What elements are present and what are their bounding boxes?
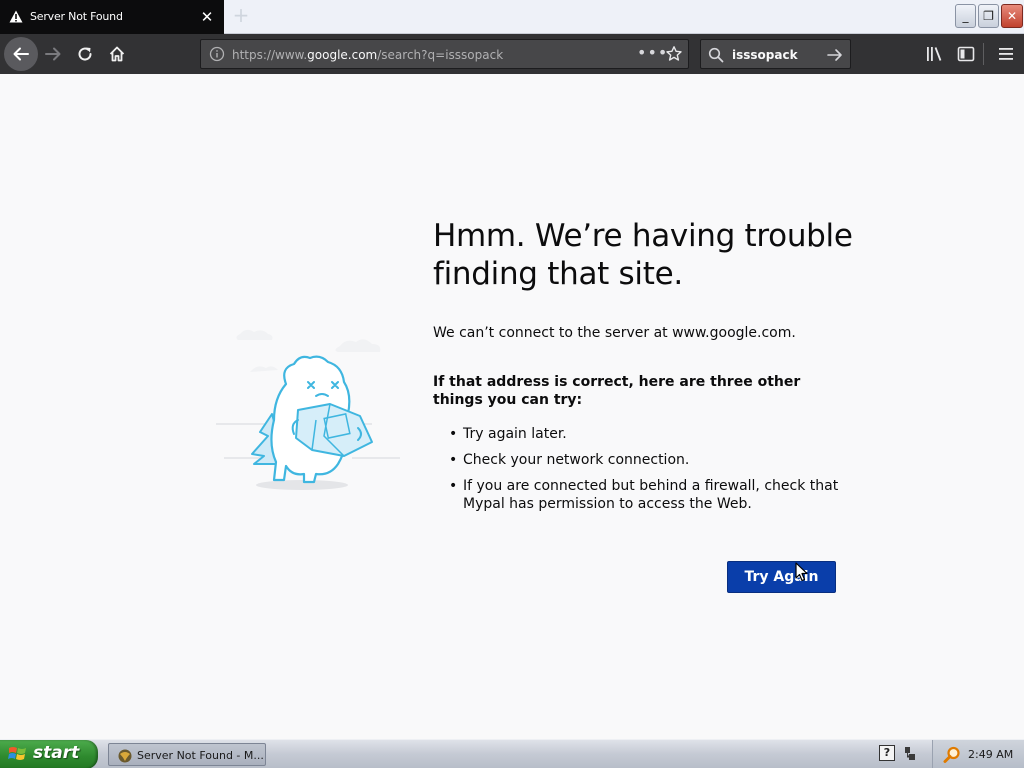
reload-icon [78,47,92,61]
url-domain: google.com [307,48,378,62]
back-button[interactable] [4,37,38,71]
search-bar[interactable]: isssopack [700,39,851,69]
tab-close-icon[interactable]: ✕ [198,8,216,26]
error-page: Hmm. We’re having trouble finding that s… [0,74,1024,739]
toolbar-separator [983,43,984,65]
maximize-button[interactable]: ❐ [978,4,999,28]
reload-button[interactable] [70,39,100,69]
browser-app-icon [118,749,132,763]
taskbar-item-label: Server Not Found - M... [137,749,264,762]
go-arrow-icon[interactable] [826,47,844,63]
info-icon[interactable] [209,46,225,62]
url-prefix: https://www. [232,48,308,62]
forward-button[interactable] [38,39,68,69]
search-icon [708,47,724,63]
hamburger-menu-icon[interactable] [994,42,1018,66]
suggestions-heading: If that address is correct, here are thr… [433,374,801,408]
warning-icon [9,10,23,23]
sidebar-icon[interactable] [954,42,978,66]
windows-flag-icon [8,747,26,760]
url-bar[interactable]: https://www.google.com/search?q=isssopac… [200,39,689,69]
suggestion-item: If you are connected but behind a firewa… [449,477,843,513]
home-icon [109,46,125,62]
back-arrow-icon [13,47,29,61]
url-text[interactable]: https://www.google.com/search?q=isssopac… [232,48,503,62]
home-button[interactable] [102,39,132,69]
forward-arrow-icon [45,47,61,61]
network-icon[interactable] [903,745,917,763]
search-icon[interactable] [943,746,961,764]
tab-title: Server Not Found [30,10,123,23]
help-icon[interactable]: ? [879,745,895,761]
tab-strip: Server Not Found ✕ + _ ❐ ✕ [0,0,1024,34]
start-label: start [33,743,80,763]
error-title: Hmm. We’re having trouble finding that s… [433,218,853,292]
maximize-icon: ❐ [983,9,994,23]
taskbar-item-browser[interactable]: Server Not Found - M... [108,743,266,766]
new-tab-button[interactable]: + [228,5,254,27]
suggestion-item: Check your network connection. [449,451,843,469]
tab-active[interactable]: Server Not Found ✕ [0,0,224,34]
windows-taskbar: start Server Not Found - M... ? 2:49 AM [0,739,1024,768]
sad-dinosaur-illustration [216,329,400,490]
library-icon[interactable] [922,42,946,66]
url-path: /search?q=isssopack [377,48,504,62]
clock: 2:49 AM [968,748,1014,761]
minimize-icon: _ [962,9,969,23]
system-tray: 2:49 AM [932,740,1024,768]
suggestion-item: Try again later. [449,425,843,443]
mouse-pointer-icon [795,562,808,582]
suggestions-list: Try again later. Check your network conn… [449,425,843,521]
close-icon: ✕ [1006,9,1018,23]
minimize-button[interactable]: _ [955,4,976,28]
try-again-button[interactable]: Try Again [727,561,836,593]
bookmark-star-icon[interactable] [665,45,683,63]
error-description: We can’t connect to the server at www.go… [433,325,796,341]
close-window-button[interactable]: ✕ [1001,4,1023,28]
search-input[interactable]: isssopack [732,48,798,62]
navigation-toolbar: https://www.google.com/search?q=isssopac… [0,34,1024,74]
page-actions-button[interactable]: ••• [637,43,668,62]
start-button[interactable]: start [0,740,98,768]
